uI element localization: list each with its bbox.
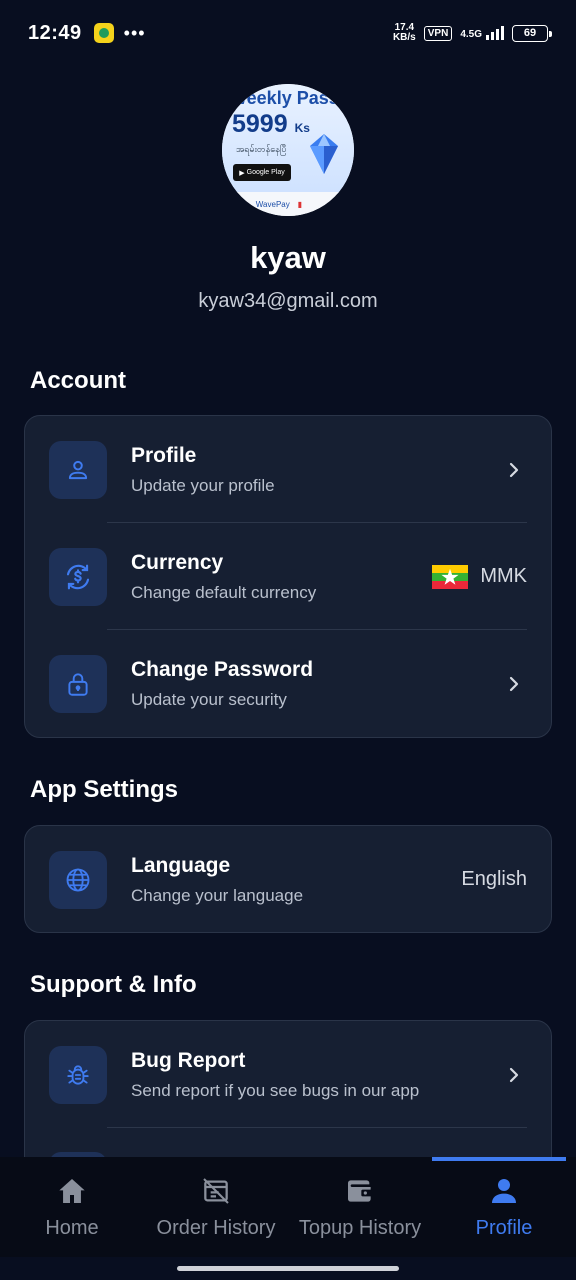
globe-icon: [49, 850, 107, 909]
section-title-support: Support & Info: [30, 971, 197, 998]
currency-exchange-icon: [49, 547, 107, 606]
language-value: English: [461, 868, 527, 890]
nav-order-history-label: Order History: [156, 1217, 276, 1239]
signal-icon: 4.5G: [460, 26, 504, 40]
network-speed-unit: KB/s: [392, 32, 416, 43]
battery-icon: 69: [512, 24, 552, 42]
nav-topup-history-label: Topup History: [298, 1217, 422, 1239]
currency-code: MMK: [480, 565, 527, 587]
currency-row[interactable]: Currency Change default currency MMK: [25, 523, 551, 630]
promo-pay-mid: WavePay: [255, 199, 290, 209]
network-type: 4.5G: [460, 29, 482, 40]
battery-level: 69: [523, 27, 537, 39]
order-history-icon: [203, 1178, 229, 1204]
lock-icon: [49, 654, 107, 713]
wallet-icon: [348, 1180, 372, 1202]
bug-report-title: Bug Report: [131, 1048, 246, 1072]
avatar-image: Weekly Pass 5999 Ks အရမ်းတန်နေပြီ ▶ Googl…: [222, 84, 354, 194]
myanmar-flag-icon: [432, 564, 469, 589]
network-speed: 17.4 KB/s: [393, 23, 416, 43]
change-password-title: Change Password: [131, 657, 314, 681]
change-password-subtitle: Update your security: [131, 689, 287, 709]
profile-subtitle: Update your profile: [131, 475, 275, 495]
currency-title: Currency: [131, 550, 224, 574]
nav-home[interactable]: Home: [0, 1157, 144, 1257]
bottom-navigation: Home Order History Topup History Profile: [0, 1157, 576, 1257]
home-icon: [59, 1179, 85, 1203]
bug-report-row[interactable]: Bug Report Send report if you see bugs i…: [25, 1021, 551, 1128]
nav-topup-history[interactable]: Topup History: [288, 1157, 432, 1257]
bug-report-subtitle: Send report if you see bugs in our app: [131, 1080, 420, 1100]
chevron-right-icon: [509, 676, 519, 691]
bug-icon: [49, 1045, 107, 1104]
notification-app-icon: [93, 23, 114, 43]
vpn-icon: VPN: [423, 25, 453, 41]
language-title: Language: [131, 853, 231, 877]
avatar[interactable]: Weekly Pass 5999 Ks အရမ်းတန်နေပြီ ▶ Googl…: [222, 84, 354, 216]
section-title-account: Account: [30, 367, 126, 394]
more-notifications-icon: •••: [123, 22, 146, 43]
google-play-badge: ▶ Google Play: [233, 164, 291, 181]
profile-icon: [492, 1179, 516, 1203]
status-indicators: 17.4 KB/s VPN 4.5G 69: [393, 23, 552, 43]
nav-profile[interactable]: Profile: [432, 1157, 576, 1257]
status-bar: 12:49 ••• 17.4 KB/s VPN 4.5G 69: [0, 0, 576, 66]
language-subtitle: Change your language: [131, 885, 304, 905]
language-row[interactable]: Language Change your language English: [25, 826, 551, 933]
status-time: 12:49: [28, 21, 82, 44]
promo-pay-left: Pay: [234, 199, 248, 209]
profile-row[interactable]: Profile Update your profile: [25, 416, 551, 523]
home-gesture-bar[interactable]: [177, 1266, 399, 1271]
user-email: kyaw34@gmail.com: [198, 290, 378, 312]
promo-price: 5999 Ks: [232, 110, 310, 139]
change-password-row[interactable]: Change Password Update your security: [25, 630, 551, 737]
promo-store-label: Google Play: [246, 169, 285, 176]
chevron-right-icon: [509, 1067, 519, 1082]
promo-price-value: 5999: [232, 110, 288, 138]
chevron-right-icon: [509, 462, 519, 477]
nav-profile-label: Profile: [475, 1217, 533, 1239]
account-card: Profile Update your profile Currency Cha…: [24, 415, 552, 738]
payment-strip: Pay WavePay ▮: [222, 192, 354, 216]
section-title-app-settings: App Settings: [30, 776, 178, 803]
currency-subtitle: Change default currency: [131, 582, 317, 602]
nav-active-indicator: [432, 1157, 566, 1161]
nav-order-history[interactable]: Order History: [144, 1157, 288, 1257]
profile-title: Profile: [131, 443, 197, 467]
nav-home-label: Home: [45, 1217, 99, 1239]
promo-title: Weekly Pass: [230, 88, 339, 108]
app-settings-card: Language Change your language English: [24, 825, 552, 933]
user-icon: [49, 440, 107, 499]
promo-myanmar-text: အရမ်းတန်နေပြီ: [236, 144, 287, 154]
diamond-icon: [310, 134, 338, 174]
currency-value: MMK: [432, 564, 527, 589]
user-name: kyaw: [250, 240, 326, 275]
